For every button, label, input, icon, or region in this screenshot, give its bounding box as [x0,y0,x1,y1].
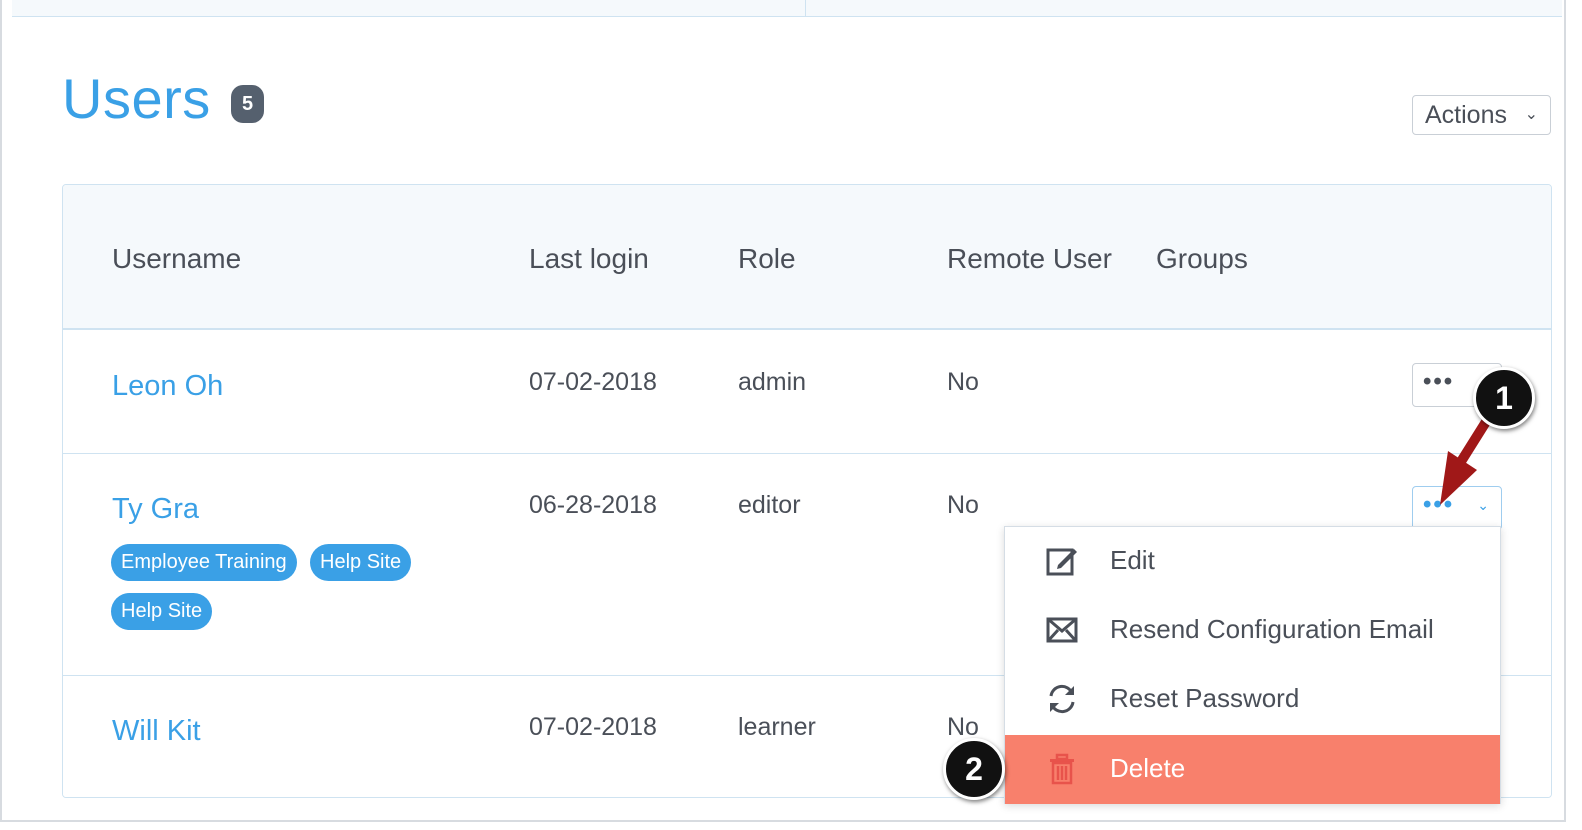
header-role[interactable]: Role [738,243,796,275]
page-title: Users [62,67,211,130]
last-login-value: 07-02-2018 [529,368,657,396]
last-login-value: 06-28-2018 [529,491,657,519]
table-row: Leon Oh 07-02-2018 admin No ••• ⌄ [63,330,1551,454]
group-tag[interactable]: Employee Training [111,544,297,581]
header-username[interactable]: Username [112,243,241,275]
app-window: Users 5 Actions ⌄ Username Last login Ro… [0,0,1566,822]
role-value: admin [738,368,807,396]
username-link[interactable]: Ty Gra [112,493,199,526]
menu-item-resend-email[interactable]: Resend Configuration Email [1005,596,1500,665]
header-remote-user[interactable]: Remote User [947,243,1112,275]
ellipsis-icon: ••• [1423,368,1455,395]
menu-item-edit[interactable]: Edit [1005,527,1500,596]
remote-user-value: No [947,368,979,396]
user-count-badge: 5 [231,85,264,123]
edit-icon [1046,548,1077,576]
role-value: editor [738,491,801,519]
table-header: Username Last login Role Remote User Gro… [63,185,1551,330]
menu-item-reset-password[interactable]: Reset Password [1005,665,1500,734]
last-login-value: 07-02-2018 [529,713,657,741]
ellipsis-icon: ••• [1423,491,1455,518]
actions-label: Actions [1425,101,1507,129]
menu-item-label: Reset Password [1110,683,1300,713]
header-last-login[interactable]: Last login [529,243,649,275]
chevron-down-icon: ⌄ [1524,106,1538,123]
chevron-down-icon: ⌄ [1477,497,1489,513]
group-tag[interactable]: Help Site [111,593,213,630]
callout-badge-1: 1 [1473,367,1535,429]
top-panel-strip [12,0,1562,17]
group-tag[interactable]: Help Site [310,544,412,581]
trash-icon [1050,753,1074,785]
menu-item-label: Delete [1110,753,1186,783]
mail-icon [1046,617,1078,643]
menu-item-label: Resend Configuration Email [1110,614,1434,644]
remote-user-value: No [947,491,979,519]
role-value: learner [738,713,816,741]
row-actions-button[interactable]: ••• ⌄ [1412,486,1502,530]
refresh-icon [1049,684,1075,714]
actions-dropdown-button[interactable]: Actions ⌄ [1412,95,1551,135]
username-link[interactable]: Leon Oh [112,370,223,403]
callout-badge-2: 2 [943,738,1005,800]
header-groups[interactable]: Groups [1156,243,1248,275]
row-actions-menu: Edit Resend Configuration Email Reset Pa… [1004,526,1501,804]
menu-item-label: Edit [1110,545,1155,575]
panel-divider [805,0,806,17]
menu-item-delete[interactable]: Delete [1005,735,1500,804]
username-link[interactable]: Will Kit [112,715,201,748]
